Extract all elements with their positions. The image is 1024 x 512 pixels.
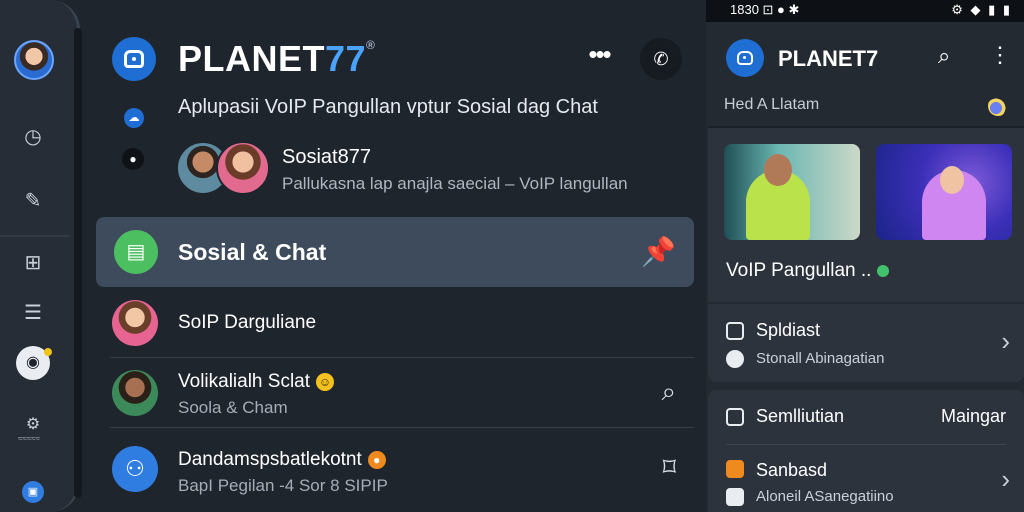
phone-app-logo	[726, 39, 764, 77]
list-item-title-text: Dandamspsbatlekotnt	[178, 449, 362, 470]
feature-avatars[interactable]	[176, 141, 272, 195]
left-rail: ◷ ✎ ⊞ ☰ ◉ ⚙ ≈≈≈≈≈ ▣	[0, 0, 80, 512]
video-thumbnail[interactable]	[876, 144, 1012, 240]
user-avatar[interactable]	[14, 40, 54, 80]
phone-list-item[interactable]: Spldiast Stonall Abinagatian ›	[708, 304, 1024, 382]
list-item[interactable]: ⚇ Dandamspsbatlekotnt ● BapI Pegilan -4 S…	[96, 428, 694, 498]
brand-title: PLANET77®	[178, 38, 375, 80]
chat-icon	[726, 322, 744, 340]
phone-header-text: Hed A Llatam	[724, 96, 820, 113]
phone-brand-title: PLANET7	[778, 46, 879, 71]
orange-badge-icon	[726, 460, 744, 478]
avatar	[216, 141, 270, 195]
media-card[interactable]: VoIP Pangullan ..	[708, 126, 1024, 302]
brand-part2: 77	[325, 38, 367, 79]
phone-item-subtitle: Stonall Abinagatian	[756, 350, 885, 367]
person-head	[764, 154, 792, 186]
status-bar: 1830 ⊡ ● ✱ ⚙ ◆ ▮ ▮	[706, 0, 1024, 22]
list-icon[interactable]: ☰	[18, 298, 48, 328]
main-panel: PLANET77® ••• ✆ ☁ Aplupasii VoIP Pangull…	[92, 0, 702, 512]
search-icon[interactable]: ⌕	[661, 376, 676, 408]
rail-small-label: ≈≈≈≈≈	[18, 434, 40, 443]
list-item-subtitle: Soola & Cham	[178, 398, 288, 417]
list-item-title-text: Volikalialh Sclat	[178, 371, 311, 392]
active-item-label: Sosial & Chat	[178, 239, 327, 265]
phone-item-subtitle: Aloneil ASanegatiino	[756, 488, 894, 505]
notification-dot	[44, 348, 52, 356]
smile-icon: ☺	[316, 372, 335, 391]
phone-item-action[interactable]: Maingar	[941, 406, 1006, 427]
brand-mark: ®	[366, 38, 376, 52]
list-item-title: Volikalialh Sclat ☺	[178, 371, 335, 393]
more-button[interactable]: •••	[582, 41, 616, 72]
more-vert-icon[interactable]: ⋮	[989, 42, 1011, 68]
phone-panel: 1830 ⊡ ● ✱ ⚙ ◆ ▮ ▮ PLANET7 ⌕ ⋮ Hed A Lla…	[706, 0, 1024, 512]
check-icon	[726, 488, 744, 506]
avatar	[112, 300, 158, 346]
video-thumbnail[interactable]	[724, 144, 860, 240]
document-icon	[726, 408, 744, 426]
status-icon	[726, 350, 744, 368]
status-left-icons: ⊡ ● ✱	[762, 2, 800, 17]
rail-divider	[0, 235, 70, 237]
avatar	[112, 370, 158, 416]
bookmark-icon[interactable]: ⌑	[663, 452, 676, 483]
chevron-right-icon[interactable]: ›	[1001, 326, 1010, 357]
status-time: 1830 ⊡ ● ✱	[730, 2, 799, 18]
cloud-icon[interactable]: ☁	[124, 108, 144, 128]
pin-icon[interactable]: 📌	[641, 235, 676, 268]
timer-icon[interactable]: ◷	[18, 122, 48, 152]
feature-subtitle: Pallukasna lap anajla saecial – VoIP lan…	[282, 174, 628, 193]
person-head	[940, 166, 964, 194]
app-logo	[112, 37, 156, 81]
list-item[interactable]: SoIP Darguliane	[96, 288, 694, 358]
list-item-active[interactable]: ▤ Sosial & Chat 📌	[96, 217, 694, 287]
search-icon[interactable]: ⌕	[938, 43, 950, 69]
brand-part1: PLANET	[178, 38, 325, 79]
chat-rail-button[interactable]: ◉	[16, 346, 52, 380]
device-bezel	[74, 28, 82, 498]
phone-item-title[interactable]: Semlliutian	[756, 406, 844, 427]
divider	[726, 444, 1006, 445]
card-title-text: VoIP Pangullan ..	[726, 260, 872, 281]
call-button[interactable]: ✆	[640, 38, 682, 80]
bottom-rail-icon[interactable]: ▣	[22, 481, 44, 503]
page-subtitle: Aplupasii VoIP Pangullan vptur Sosial da…	[178, 96, 598, 118]
list-item-title: Dandamspsbatlekotnt ●	[178, 449, 386, 471]
status-icon[interactable]: ●	[122, 148, 144, 170]
sparkle-icon[interactable]	[988, 96, 1008, 116]
phone-item-title: Spldiast	[756, 320, 821, 340]
add-icon[interactable]: ⊞	[18, 248, 48, 278]
voip-icon: ⚇	[112, 446, 158, 492]
pin-icon[interactable]: ✎	[18, 186, 48, 216]
card-title: VoIP Pangullan ..	[726, 260, 890, 282]
list-item-title: SoIP Darguliane	[178, 312, 317, 333]
feature-title: Sosiat877	[282, 146, 371, 168]
list-item[interactable]: Volikalialh Sclat ☺ Soola & Cham ⌕	[96, 358, 694, 428]
phone-list-group: Semlliutian Maingar Sanbasd Aloneil ASan…	[708, 390, 1024, 512]
chevron-right-icon[interactable]: ›	[1001, 464, 1010, 495]
logo-icon	[737, 51, 753, 65]
logo-icon	[124, 50, 144, 68]
status-right-icons: ⚙ ◆ ▮ ▮	[951, 2, 1012, 17]
phone-item-title[interactable]: Sanbasd	[756, 460, 827, 481]
status-time-text: 1830	[730, 2, 759, 17]
badge-icon: ●	[367, 450, 386, 469]
online-dot	[877, 264, 890, 277]
social-chat-icon: ▤	[114, 230, 158, 274]
list-item-subtitle: BapI Pegilan -4 Sor 8 SIPIP	[178, 476, 388, 495]
